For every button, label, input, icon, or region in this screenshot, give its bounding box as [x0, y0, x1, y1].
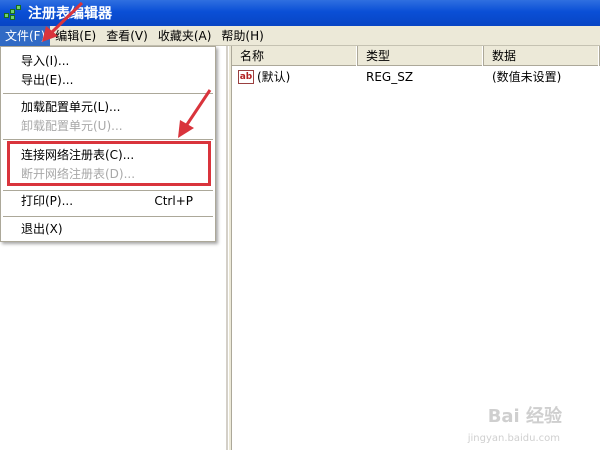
annotation-arrow-top [42, 1, 84, 42]
value-data: (数值未设置) [492, 70, 562, 84]
value-name-cell: ab (默认) [232, 68, 358, 86]
value-type: REG_SZ [366, 70, 414, 84]
column-header-data[interactable]: 数据 [484, 46, 600, 66]
watermark-url: jingyan.baidu.com [467, 433, 560, 444]
file-menu-dropdown: 导入(I)... 导出(E)... 加载配置单元(L)... 卸载配置单元(U)… [0, 46, 216, 242]
annotation-arrow-menu [178, 89, 212, 138]
title-bar: 注册表编辑器 [0, 0, 600, 26]
menu-help[interactable]: 帮助(H) [216, 26, 268, 46]
menu-item-print[interactable]: 打印(P)... Ctrl+P [1, 190, 215, 212]
print-shortcut: Ctrl+P [154, 194, 193, 208]
string-value-icon: ab [238, 70, 254, 84]
registry-editor-icon [4, 4, 22, 22]
annotation-highlight-box [7, 141, 211, 186]
column-header-type[interactable]: 类型 [358, 46, 484, 66]
menu-view[interactable]: 查看(V) [101, 26, 153, 46]
list-item[interactable]: ab (默认) REG_SZ (数值未设置) [232, 68, 600, 86]
menu-separator [3, 216, 213, 217]
watermark-logo: Bai 经验 [487, 406, 562, 427]
print-label: 打印(P)... [21, 194, 74, 208]
value-name: (默认) [257, 70, 291, 84]
menu-item-exit[interactable]: 退出(X) [1, 218, 215, 240]
list-header: 名称 类型 数据 [232, 46, 600, 66]
menu-favorites[interactable]: 收藏夹(A) [153, 26, 217, 46]
column-header-name[interactable]: 名称 [232, 46, 358, 66]
value-list-pane[interactable]: 名称 类型 数据 ab (默认) REG_SZ (数值未设置) [232, 46, 600, 450]
menu-bar: 文件(F) 编辑(E) 查看(V) 收藏夹(A) 帮助(H) [0, 25, 600, 46]
